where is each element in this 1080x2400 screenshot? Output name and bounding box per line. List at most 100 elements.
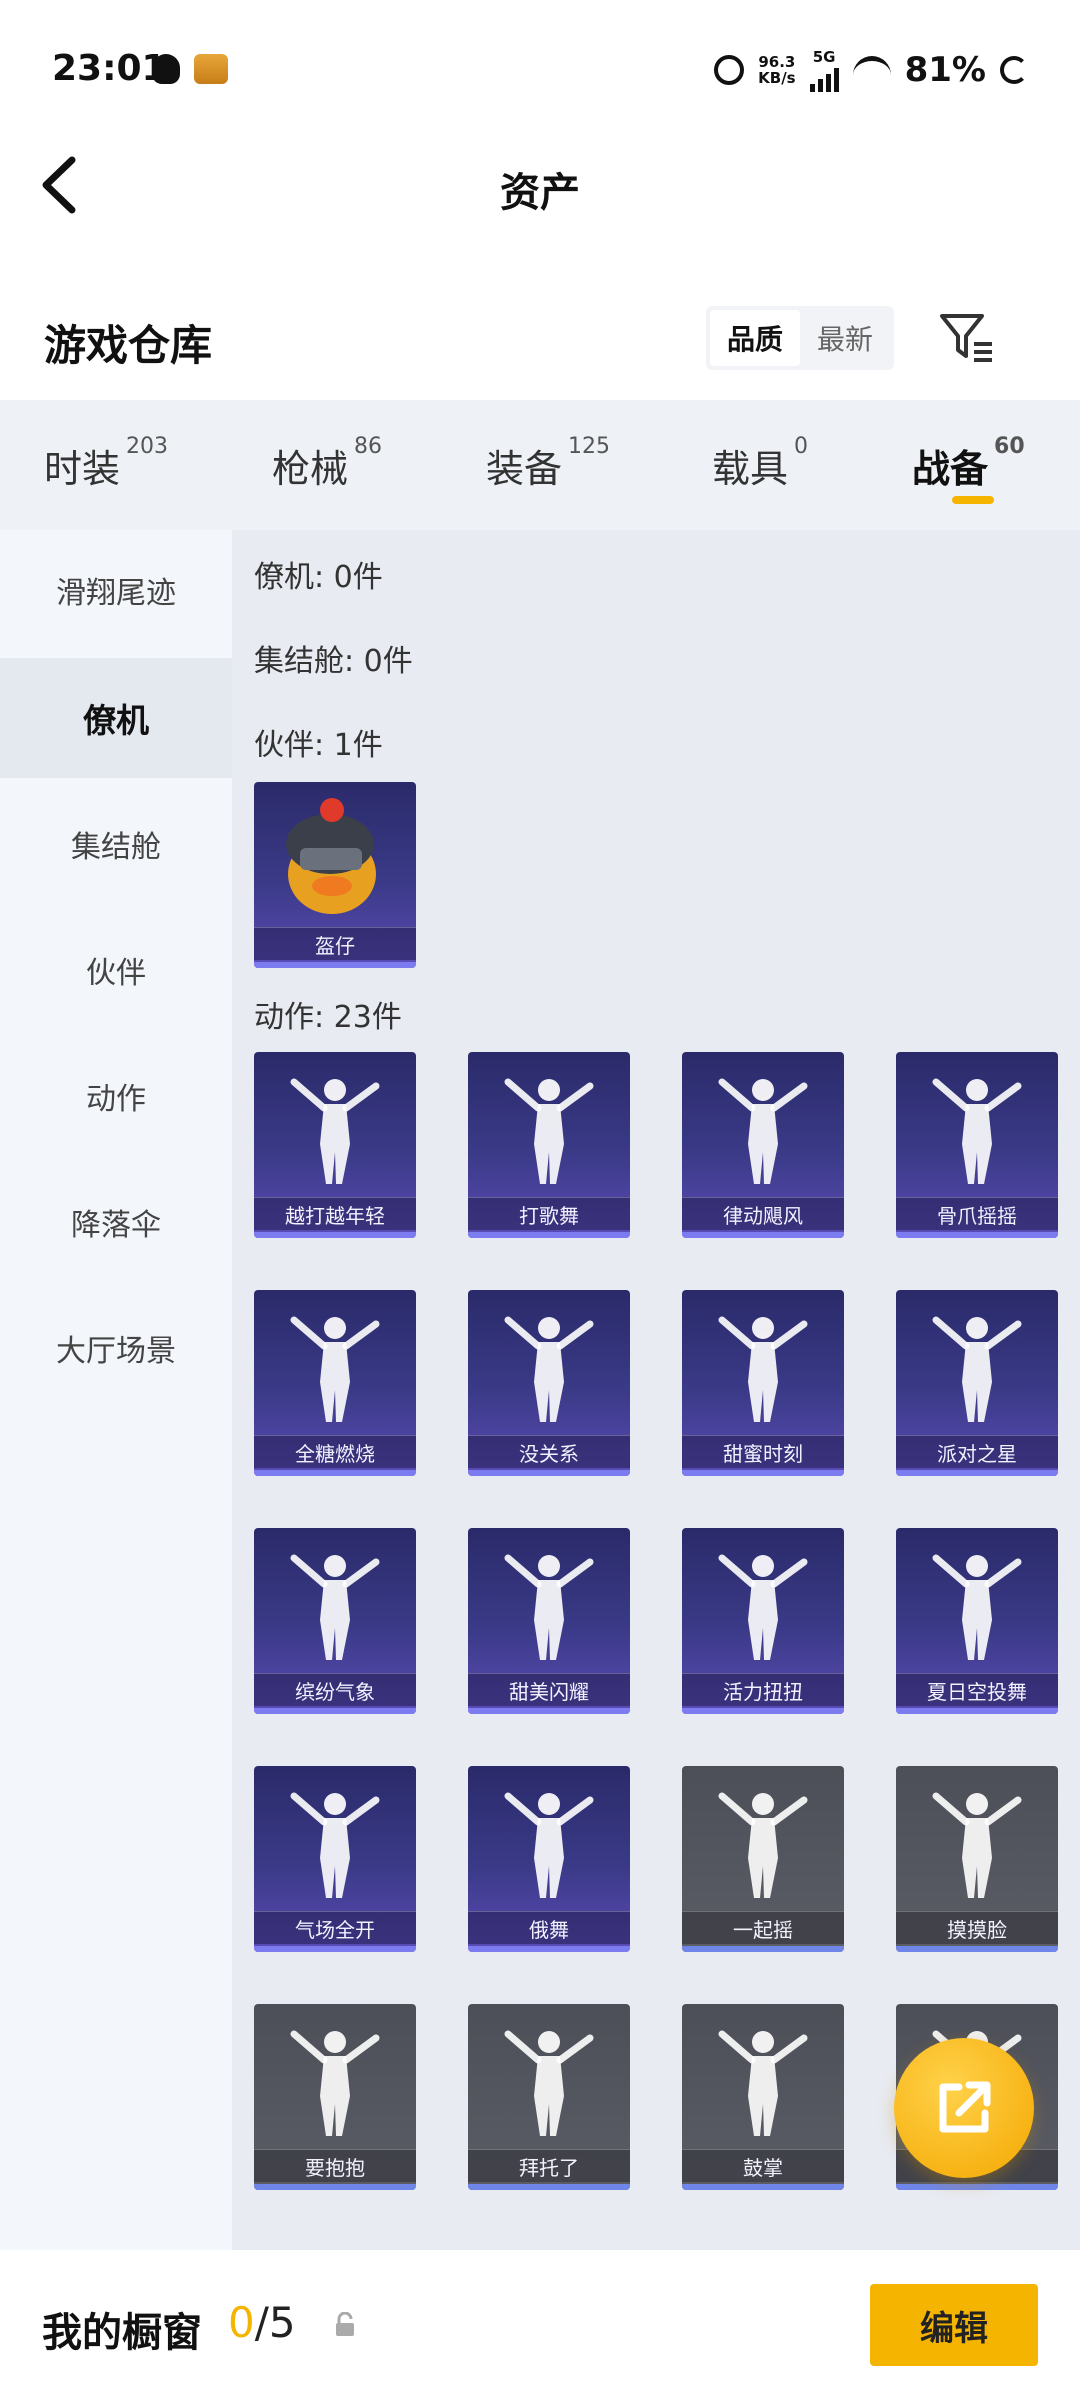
sidebar-item-parachute[interactable]: 降落伞 [0, 1162, 232, 1282]
status-notification-icons [152, 54, 228, 84]
filter-icon [940, 314, 992, 362]
section-rally-pod-count: 集结舱: 0件 [254, 644, 413, 679]
external-link-icon [939, 2081, 991, 2133]
tab-equipment[interactable]: 装备125 [486, 434, 610, 493]
tab-vehicles[interactable]: 载具0 [712, 434, 808, 493]
emote-card[interactable]: 律动飓风 [682, 1052, 844, 1238]
emote-card[interactable]: 要抱抱 [254, 2004, 416, 2190]
warehouse-title: 游戏仓库 [44, 321, 213, 370]
emote-card[interactable]: 越打越年轻 [254, 1052, 416, 1238]
battery-ring-icon [1000, 56, 1028, 84]
dancer-silhouette-icon [504, 1078, 594, 1184]
qq-icon [152, 54, 180, 84]
emote-card[interactable]: 俄舞 [468, 1766, 630, 1952]
status-bar: 23:01 96.3 KB/s 5G 81% [0, 0, 1080, 140]
status-right: 96.3 KB/s 5G 81% [714, 48, 1028, 92]
tab-readiness[interactable]: 战备60 [912, 434, 1025, 493]
dancer-silhouette-icon [932, 1554, 1022, 1660]
active-tab-indicator [952, 496, 994, 504]
partner-chick-icon [286, 798, 376, 914]
card-label: 缤纷气象 [254, 1673, 416, 1706]
dancer-silhouette-icon [718, 2030, 808, 2136]
card-label: 活力扭扭 [682, 1673, 844, 1706]
emote-card[interactable]: 气场全开 [254, 1766, 416, 1952]
dancer-silhouette-icon [504, 1554, 594, 1660]
card-label: 摸摸脸 [896, 1911, 1058, 1944]
card-label: 甜美闪耀 [468, 1673, 630, 1706]
card-label: 要抱抱 [254, 2149, 416, 2182]
section-partner-count: 伙伴: 1件 [254, 728, 383, 763]
edit-button[interactable]: 编辑 [870, 2284, 1038, 2366]
sidebar-item-emote[interactable]: 动作 [0, 1036, 232, 1156]
card-label: 一起摇 [682, 1911, 844, 1944]
app-notification-icon [194, 54, 228, 84]
card-label: 打歌舞 [468, 1197, 630, 1230]
dancer-silhouette-icon [290, 2030, 380, 2136]
emote-card[interactable]: 拜托了 [468, 2004, 630, 2190]
card-label: 气场全开 [254, 1911, 416, 1944]
showcase-count: 0/5 [228, 2298, 296, 2347]
card-label: 律动飓风 [682, 1197, 844, 1230]
section-emote-count: 动作: 23件 [254, 1000, 402, 1035]
emote-card[interactable]: 全糖燃烧 [254, 1290, 416, 1476]
card-label: 拜托了 [468, 2149, 630, 2182]
dancer-silhouette-icon [932, 1078, 1022, 1184]
dancer-silhouette-icon [290, 1792, 380, 1898]
tab-fashion[interactable]: 时装203 [44, 434, 168, 493]
partner-card[interactable]: 盔仔 [254, 782, 416, 968]
signal-group: 5G [809, 48, 839, 92]
section-wingman-count: 僚机: 0件 [254, 560, 383, 595]
card-label: 甜蜜时刻 [682, 1435, 844, 1468]
dancer-silhouette-icon [290, 1078, 380, 1184]
emote-card[interactable]: 打歌舞 [468, 1052, 630, 1238]
emote-card[interactable]: 摸摸脸 [896, 1766, 1058, 1952]
emote-card[interactable]: 甜蜜时刻 [682, 1290, 844, 1476]
emote-card[interactable]: 夏日空投舞 [896, 1528, 1058, 1714]
wifi-icon [852, 56, 891, 84]
tab-firearms[interactable]: 枪械86 [272, 434, 382, 493]
card-label: 派对之星 [896, 1435, 1058, 1468]
filter-button[interactable] [938, 310, 996, 366]
dancer-silhouette-icon [290, 1316, 380, 1422]
dancer-silhouette-icon [290, 1554, 380, 1660]
battery-level: 81% [904, 50, 986, 90]
dancer-silhouette-icon [504, 1316, 594, 1422]
emote-card[interactable]: 甜美闪耀 [468, 1528, 630, 1714]
emote-card[interactable]: 派对之星 [896, 1290, 1058, 1476]
status-time: 23:01 [52, 48, 167, 89]
sort-quality-option[interactable]: 品质 [710, 310, 800, 366]
sort-newest-option[interactable]: 最新 [800, 310, 890, 366]
dancer-silhouette-icon [718, 1792, 808, 1898]
card-label: 俄舞 [468, 1911, 630, 1944]
alarm-icon [714, 55, 745, 85]
sidebar-item-rally-pod[interactable]: 集结舱 [0, 784, 232, 904]
network-type: 5G [812, 48, 836, 66]
emote-card[interactable]: 一起摇 [682, 1766, 844, 1952]
emote-card[interactable]: 没关系 [468, 1290, 630, 1476]
network-speed: 96.3 KB/s [758, 53, 796, 87]
dancer-silhouette-icon [932, 1792, 1022, 1898]
dancer-silhouette-icon [504, 2030, 594, 2136]
showcase-label: 我的橱窗 [42, 2310, 202, 2356]
card-label: 盔仔 [254, 927, 416, 960]
lock-icon [336, 2312, 354, 2336]
share-button[interactable] [894, 2038, 1034, 2178]
sidebar-item-partner[interactable]: 伙伴 [0, 910, 232, 1030]
emote-card[interactable]: 骨爪摇摇 [896, 1052, 1058, 1238]
dancer-silhouette-icon [932, 1316, 1022, 1422]
card-label: 夏日空投舞 [896, 1673, 1058, 1706]
card-label: 越打越年轻 [254, 1197, 416, 1230]
card-label: 没关系 [468, 1435, 630, 1468]
dancer-silhouette-icon [718, 1554, 808, 1660]
card-label: 骨爪摇摇 [896, 1197, 1058, 1230]
signal-icon [809, 66, 839, 92]
emote-card[interactable]: 鼓掌 [682, 2004, 844, 2190]
emote-card[interactable]: 活力扭扭 [682, 1528, 844, 1714]
card-label: 全糖燃烧 [254, 1435, 416, 1468]
sidebar-item-wingman[interactable]: 僚机 [0, 658, 232, 778]
dancer-silhouette-icon [718, 1316, 808, 1422]
sidebar-item-lobby-scene[interactable]: 大厅场景 [0, 1288, 232, 1408]
sidebar-item-glide-trail[interactable]: 滑翔尾迹 [0, 530, 232, 650]
emote-card[interactable]: 缤纷气象 [254, 1528, 416, 1714]
dancer-silhouette-icon [718, 1078, 808, 1184]
